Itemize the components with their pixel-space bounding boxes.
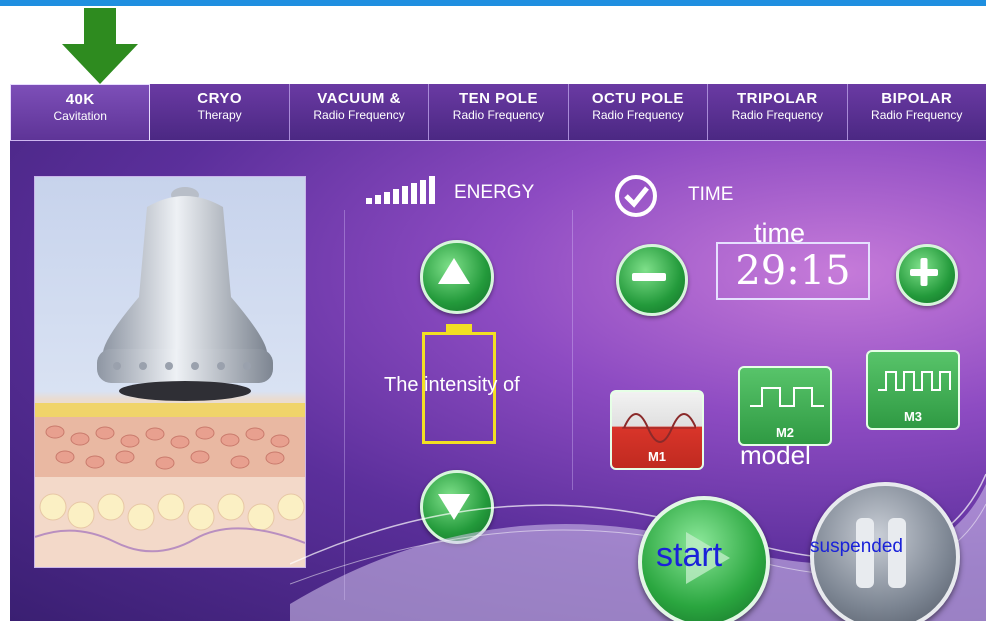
time-caption: time	[754, 218, 806, 248]
tab-octu-pole-rf[interactable]: OCTU POLE Radio Frequency	[569, 84, 709, 140]
tab-bipolar-rf[interactable]: BIPOLAR Radio Frequency	[848, 84, 986, 140]
plus-icon	[910, 258, 938, 286]
tab-subtitle: Radio Frequency	[313, 108, 405, 122]
tab-tripolar-rf[interactable]: TRIPOLAR Radio Frequency	[708, 84, 848, 140]
tab-bar: 40K Cavitation CRYO Therapy VACUUM & Rad…	[10, 84, 986, 141]
energy-label: ENERGY	[454, 182, 535, 203]
probe-skin-image	[35, 187, 305, 567]
suspend-label: suspended	[810, 536, 903, 557]
tab-40k-cavitation[interactable]: 40K Cavitation	[10, 84, 151, 140]
mode-m3-button[interactable]: M3	[866, 350, 960, 430]
tab-title: OCTU POLE	[591, 90, 684, 107]
pulse-wave-icon	[878, 371, 951, 391]
mode-m2-button[interactable]: M2	[738, 366, 832, 446]
tab-subtitle: Cavitation	[53, 109, 107, 123]
tab-ten-pole-rf[interactable]: TEN POLE Radio Frequency	[429, 84, 569, 140]
tab-title: CRYO	[197, 90, 243, 107]
down-arrow-icon	[62, 8, 138, 84]
tab-subtitle: Radio Frequency	[731, 108, 824, 122]
time-decrease-button[interactable]	[616, 244, 688, 316]
tab-title: 40K	[65, 91, 95, 108]
start-label: start	[656, 536, 723, 574]
intensity-label: The intensity of	[384, 374, 520, 396]
tab-title: VACUUM &	[317, 90, 401, 107]
top-border	[0, 0, 986, 6]
tab-vacuum-rf[interactable]: VACUUM & Radio Frequency	[290, 84, 430, 140]
square-wave-icon	[750, 387, 824, 407]
minus-icon	[632, 273, 666, 281]
triangle-up-icon	[438, 258, 470, 284]
time-increase-button[interactable]	[896, 244, 958, 306]
tab-title: TEN POLE	[458, 90, 538, 107]
time-value: 29:15	[735, 248, 851, 294]
tab-subtitle: Radio Frequency	[871, 108, 963, 122]
tab-subtitle: Therapy	[197, 108, 242, 122]
device-screen: 40K Cavitation CRYO Therapy VACUUM & Rad…	[10, 84, 986, 621]
battery-cap	[446, 324, 472, 332]
time-label: TIME	[688, 184, 734, 205]
tab-cryo-therapy[interactable]: CRYO Therapy	[150, 84, 290, 140]
signal-strength-icon	[366, 176, 435, 204]
tab-subtitle: Radio Frequency	[452, 108, 545, 122]
tab-title: BIPOLAR	[881, 90, 953, 107]
tab-title: TRIPOLAR	[736, 90, 818, 107]
cavitation-probe-illustration	[34, 176, 306, 568]
tab-subtitle: Radio Frequency	[592, 108, 684, 122]
energy-up-button[interactable]	[420, 240, 494, 314]
check-circle-icon	[615, 175, 657, 217]
mode-label: M3	[903, 409, 923, 424]
mode-label: M2	[775, 425, 795, 440]
